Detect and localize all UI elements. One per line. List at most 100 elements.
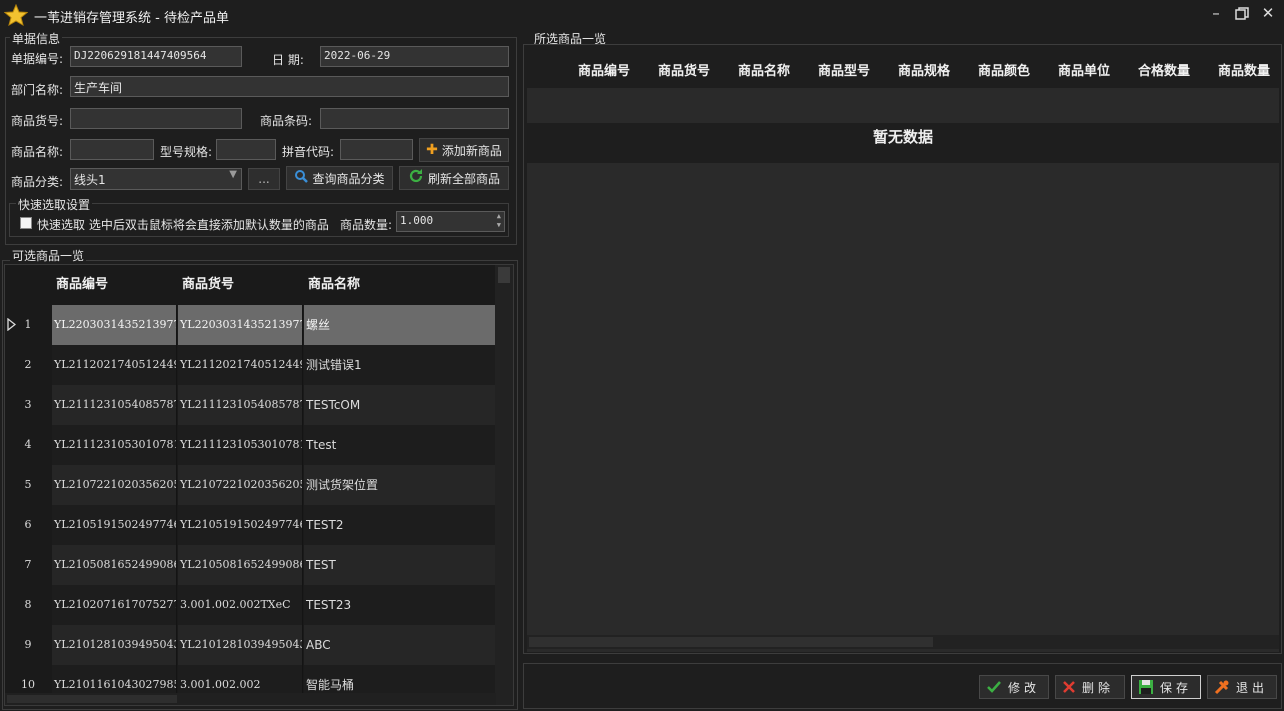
cell-name[interactable]: TEST: [304, 545, 496, 585]
minimize-icon[interactable]: –: [1206, 4, 1226, 24]
cell-name[interactable]: 测试货架位置: [304, 465, 496, 505]
cell-code[interactable]: YL210722102035620517: [52, 465, 177, 505]
cell-item[interactable]: YL211202174051244955: [178, 345, 303, 385]
empty-row: 暂无数据: [527, 123, 1279, 163]
selected-h-scrollbar[interactable]: [527, 635, 1279, 649]
empty-text: 暂无数据: [872, 128, 933, 146]
cell-code[interactable]: YL210519150249774641: [52, 505, 177, 545]
cell-code[interactable]: YL220303143521397786: [52, 305, 177, 345]
cell-code[interactable]: YL210128103949504394: [52, 625, 177, 665]
row-number: 2: [24, 358, 32, 371]
vertical-scrollbar[interactable]: [495, 265, 513, 705]
cell-name[interactable]: TEST2: [304, 505, 496, 545]
stepper-arrows-icon[interactable]: ▲ ▼: [497, 212, 501, 230]
category-label: 商品分类:: [11, 175, 64, 189]
sel-col-code[interactable]: 商品编号: [578, 60, 630, 79]
save-button[interactable]: 保存: [1131, 675, 1201, 699]
table-row[interactable]: 8 YL2102071617075277443.001.002.002TXeCTE…: [5, 585, 496, 625]
quick-select-checkbox[interactable]: [20, 217, 32, 229]
plus-icon: ✚: [426, 142, 438, 158]
cell-item[interactable]: YL210508165249908642: [178, 545, 303, 585]
doc-no-field[interactable]: DJ220629181447409564: [70, 46, 242, 67]
cell-item[interactable]: 3.001.002.002TXeC: [178, 585, 303, 625]
item-no-label: 商品货号:: [11, 114, 64, 128]
h-scroll-thumb[interactable]: [7, 695, 177, 703]
item-no-field[interactable]: [70, 108, 242, 129]
row-number: 6: [24, 518, 32, 531]
available-products-grid[interactable]: 商品编号 商品货号 商品名称 1 YL220303143521397786YL22…: [4, 264, 514, 706]
sel-col-model[interactable]: 商品型号: [818, 60, 870, 79]
cell-code[interactable]: YL211123105301078189: [52, 425, 177, 465]
cell-item[interactable]: YL220303143521397786: [178, 305, 303, 345]
table-row[interactable]: 2 YL211202174051244955YL21120217405124495…: [5, 345, 496, 385]
action-bar: 修改 删除 保存 退出: [523, 663, 1282, 709]
cell-name[interactable]: 测试错误1: [304, 345, 496, 385]
selected-h-scroll-thumb[interactable]: [529, 637, 933, 647]
delete-button[interactable]: 删除: [1055, 675, 1125, 699]
add-product-button[interactable]: ✚ 添加新商品: [419, 138, 509, 162]
barcode-label: 商品条码:: [260, 114, 313, 128]
cell-item[interactable]: YL210722102035620517: [178, 465, 303, 505]
sel-col-spec[interactable]: 商品规格: [898, 60, 950, 79]
cell-item[interactable]: YL210128103949504394: [178, 625, 303, 665]
table-row[interactable]: 1 YL220303143521397786YL22030314352139778…: [5, 305, 496, 345]
edit-button[interactable]: 修改: [979, 675, 1049, 699]
sel-col-name[interactable]: 商品名称: [738, 60, 790, 79]
exit-icon: [1214, 680, 1229, 695]
table-row[interactable]: 4 YL211123105301078189YL21112310530107818…: [5, 425, 496, 465]
col-header-code[interactable]: 商品编号: [56, 265, 108, 305]
restore-icon[interactable]: [1232, 4, 1252, 24]
cell-code[interactable]: YL210207161707527744: [52, 585, 177, 625]
date-field[interactable]: 2022-06-29: [320, 46, 509, 67]
table-row[interactable]: 9 YL210128103949504394YL21012810394950439…: [5, 625, 496, 665]
cell-code[interactable]: YL211123105408578783: [52, 385, 177, 425]
cell-item[interactable]: YL210519150249774641: [178, 505, 303, 545]
row-number: 7: [24, 558, 32, 571]
dept-field[interactable]: 生产车间: [70, 76, 509, 97]
barcode-field[interactable]: [320, 108, 509, 129]
selected-header-row: 商品编号 商品货号 商品名称 商品型号 商品规格 商品颜色 商品单位 合格数量 …: [527, 48, 1279, 88]
row-number: 1: [24, 318, 32, 331]
cell-item[interactable]: YL211123105408578783: [178, 385, 303, 425]
dept-label: 部门名称:: [11, 83, 64, 97]
refresh-all-button[interactable]: 刷新全部商品: [399, 166, 509, 190]
pinyin-field[interactable]: [340, 139, 413, 160]
spec-label: 型号规格:: [160, 145, 213, 159]
table-row[interactable]: 5 YL210722102035620517YL21072210203562051…: [5, 465, 496, 505]
sel-col-item-no[interactable]: 商品货号: [658, 60, 710, 79]
delete-x-icon: [1063, 681, 1075, 693]
cell-code[interactable]: YL211202174051244955: [52, 345, 177, 385]
exit-button[interactable]: 退出: [1207, 675, 1277, 699]
row-number: 8: [24, 598, 32, 611]
spec-field[interactable]: [216, 139, 276, 160]
table-row[interactable]: 7 YL210508165249908642YL21050816524990864…: [5, 545, 496, 585]
sel-col-unit[interactable]: 商品单位: [1058, 60, 1110, 79]
cell-name[interactable]: 螺丝: [304, 305, 496, 345]
close-icon[interactable]: ✕: [1258, 4, 1278, 24]
row-number: 9: [24, 638, 32, 651]
category-select[interactable]: 线头1 ▼: [70, 168, 242, 190]
cell-name[interactable]: Ttest: [304, 425, 496, 465]
more-button[interactable]: ...: [248, 168, 280, 190]
table-row[interactable]: 3 YL211123105408578783YL21112310540857878…: [5, 385, 496, 425]
cell-item[interactable]: YL211123105301078189: [178, 425, 303, 465]
horizontal-scrollbar[interactable]: [5, 693, 496, 705]
selected-products-grid[interactable]: 商品编号 商品货号 商品名称 商品型号 商品规格 商品颜色 商品单位 合格数量 …: [527, 48, 1279, 652]
qty-label: 商品数量:: [340, 218, 393, 232]
query-category-button[interactable]: 查询商品分类: [286, 166, 393, 190]
qty-stepper[interactable]: 1.000 ▲ ▼: [396, 211, 505, 232]
row-number: 5: [24, 478, 32, 491]
cell-name[interactable]: TESTcOM: [304, 385, 496, 425]
sel-col-qty[interactable]: 商品数量: [1218, 60, 1270, 79]
cell-name[interactable]: ABC: [304, 625, 496, 665]
scroll-thumb[interactable]: [498, 267, 510, 283]
col-header-name[interactable]: 商品名称: [308, 265, 360, 305]
search-icon: [294, 169, 309, 187]
col-header-item-no[interactable]: 商品货号: [182, 265, 234, 305]
sel-col-qualified-qty[interactable]: 合格数量: [1138, 60, 1190, 79]
table-row[interactable]: 6 YL210519150249774641YL21051915024977464…: [5, 505, 496, 545]
sel-col-color[interactable]: 商品颜色: [978, 60, 1030, 79]
name-field[interactable]: [70, 139, 154, 160]
cell-name[interactable]: TEST23: [304, 585, 496, 625]
cell-code[interactable]: YL210508165249908642: [52, 545, 177, 585]
